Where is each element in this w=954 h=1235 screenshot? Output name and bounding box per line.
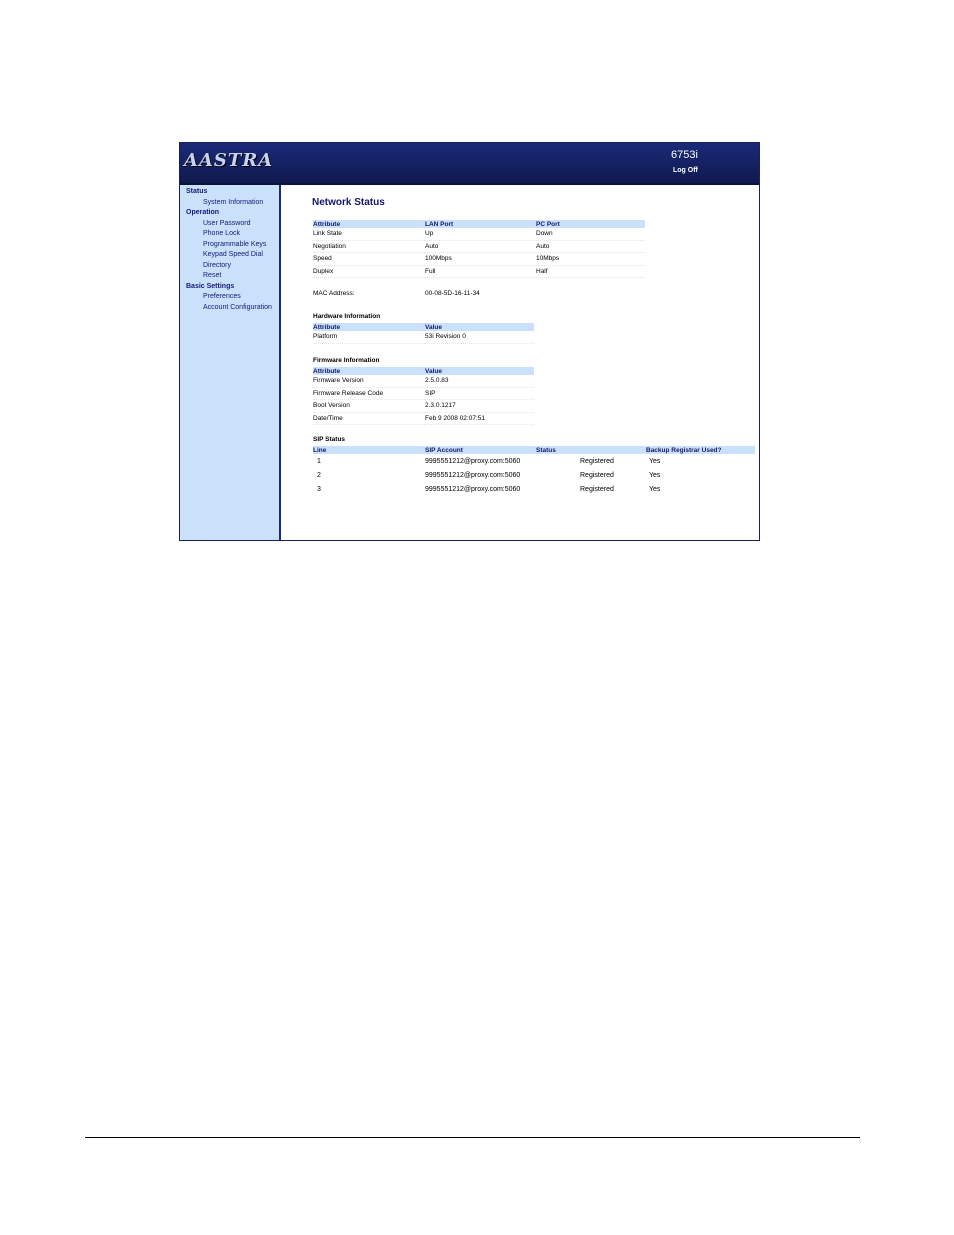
table-header-row: Attribute LAN Port PC Port: [313, 220, 645, 228]
table-row: 3 9995551212@proxy.com:5060 Registered Y…: [313, 482, 755, 496]
sip-status-table: Line SIP Account Status Backup Registrar…: [313, 446, 755, 496]
nav-section-basic-settings: Basic Settings: [186, 282, 235, 290]
cell: Yes: [649, 457, 661, 465]
cell: 9995551212@proxy.com:5060: [425, 471, 521, 479]
firmware-section-title: Firmware Information: [313, 357, 380, 364]
table-header-row: Attribute Value: [313, 323, 534, 331]
footer-divider: [85, 1137, 860, 1138]
cell: Firmware Release Code: [313, 387, 425, 400]
cell: Registered: [580, 457, 614, 465]
table-row: Firmware Release Code SIP: [313, 387, 534, 400]
nav-section-status: Status: [186, 188, 208, 195]
column-header: LAN Port: [425, 220, 536, 228]
mac-address-value: 00-08-5D-16-11-34: [425, 290, 480, 297]
column-header: Line: [313, 446, 425, 454]
sip-section-title: SIP Status: [313, 436, 346, 443]
nav-item-user-password[interactable]: User Password: [203, 219, 279, 230]
cell: Yes: [649, 485, 661, 493]
cell: Negotiation: [313, 240, 425, 253]
nav-item-preferences[interactable]: Preferences: [203, 292, 279, 303]
cell: 9995551212@proxy.com:5060: [425, 485, 521, 493]
column-header: Status: [536, 446, 646, 454]
cell: Date/Time: [313, 412, 425, 425]
nav-item-phone-lock[interactable]: Phone Lock: [203, 229, 279, 240]
column-header: Attribute: [313, 323, 425, 331]
nav-item-keypad-speed-dial[interactable]: Keypad Speed Dial: [203, 250, 279, 261]
cell: Full: [425, 265, 536, 278]
table-row: Firmware Version 2.5.0.83: [313, 375, 534, 388]
cell: Registered: [580, 471, 614, 479]
hardware-table: Attribute Value Platform 53i Revision 0: [313, 323, 534, 344]
table-row: Duplex Full Half: [313, 265, 645, 278]
cell: Registered: [580, 485, 614, 493]
cell: Platform: [313, 331, 425, 344]
nav-item-programmable-keys[interactable]: Programmable Keys: [203, 240, 279, 251]
table-row: Date/Time Feb 9 2008 02:07:51: [313, 412, 534, 425]
column-header: Backup Registrar Used?: [646, 446, 755, 454]
cell: Half: [536, 265, 645, 278]
logoff-link[interactable]: Log Off: [673, 167, 698, 174]
web-ui-window: AASTRA 6753i Log Off Status System Infor…: [179, 142, 760, 541]
cell: Duplex: [313, 265, 425, 278]
cell: 2.3.0.1217: [425, 399, 534, 413]
cell: 2: [317, 471, 321, 479]
table-header-row: Attribute Value: [313, 367, 534, 375]
table-row: 2 9995551212@proxy.com:5060 Registered Y…: [313, 468, 755, 482]
column-header: Attribute: [313, 220, 425, 228]
cell: Speed: [313, 252, 425, 266]
cell: Auto: [425, 240, 536, 253]
column-header: Value: [425, 323, 534, 331]
main-content: Network Status Attribute LAN Port PC Por…: [280, 185, 759, 540]
nav-section-operation: Operation: [186, 209, 220, 216]
nav-item-reset[interactable]: Reset: [203, 271, 279, 282]
cell: Firmware Version: [313, 375, 425, 388]
nav-item-account-configuration[interactable]: Account Configuration: [203, 303, 279, 314]
sidebar: Status System Information Operation User…: [180, 185, 281, 540]
table-header-row: Line SIP Account Status Backup Registrar…: [313, 446, 755, 454]
hardware-section-title: Hardware Information: [313, 313, 381, 320]
firmware-table: Attribute Value Firmware Version 2.5.0.8…: [313, 367, 534, 425]
column-header: PC Port: [536, 220, 645, 228]
table-row: Link State Up Down: [313, 228, 645, 241]
column-header: Attribute: [313, 367, 425, 375]
table-row: Boot Version 2.3.0.1217: [313, 399, 534, 413]
cell: Down: [536, 228, 645, 241]
network-status-table: Attribute LAN Port PC Port Link State Up…: [313, 220, 645, 278]
mac-address-label: MAC Address:: [313, 290, 355, 297]
nav-item-system-information[interactable]: System Information: [203, 198, 279, 209]
cell: Yes: [649, 471, 661, 479]
cell: 3: [317, 485, 321, 493]
table-row: Negotiation Auto Auto: [313, 240, 645, 253]
cell: 100Mbps: [425, 252, 536, 266]
cell: Up: [425, 228, 536, 241]
cell: SIP: [425, 387, 534, 400]
table-row: Platform 53i Revision 0: [313, 331, 534, 344]
phone-model: 6753i: [671, 149, 698, 161]
cell: Boot Version: [313, 399, 425, 413]
header-bar: AASTRA 6753i Log Off: [180, 143, 759, 185]
cell: Auto: [536, 240, 645, 253]
cell: 53i Revision 0: [425, 331, 534, 344]
aastra-logo: AASTRA: [184, 150, 274, 171]
cell: 10Mbps: [536, 252, 645, 266]
cell: 2.5.0.83: [425, 375, 534, 388]
table-row: Speed 100Mbps 10Mbps: [313, 252, 645, 266]
table-row: 1 9995551212@proxy.com:5060 Registered Y…: [313, 454, 755, 468]
cell: 9995551212@proxy.com:5060: [425, 457, 521, 465]
page-title: Network Status: [312, 197, 385, 208]
nav-item-directory[interactable]: Directory: [203, 261, 279, 272]
cell: Feb 9 2008 02:07:51: [425, 412, 534, 425]
column-header: SIP Account: [425, 446, 536, 454]
cell: Link State: [313, 228, 425, 241]
cell: 1: [317, 457, 321, 465]
column-header: Value: [425, 367, 534, 375]
